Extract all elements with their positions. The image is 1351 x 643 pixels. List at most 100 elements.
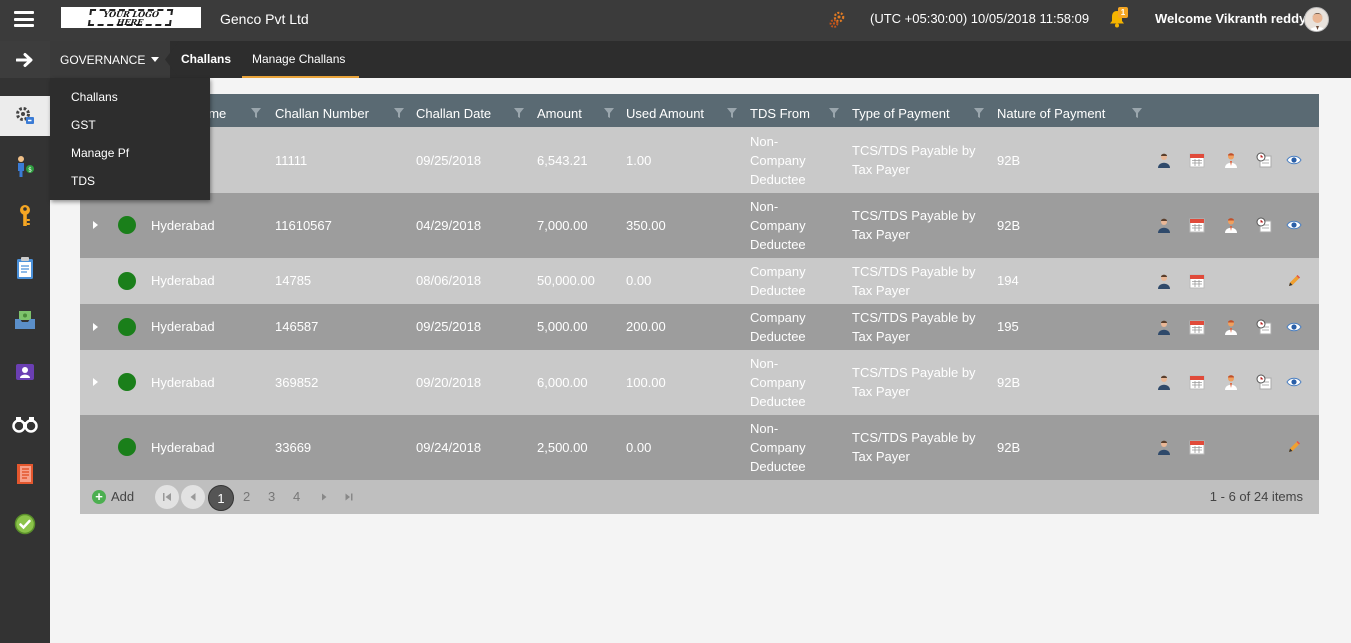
cell-used-amount: 350.00 [626, 218, 666, 233]
governance-menu[interactable]: GOVERNANCE [50, 41, 170, 78]
employee-person-icon[interactable] [1223, 152, 1239, 168]
column-header-challan-date[interactable]: Challan Date [416, 106, 491, 121]
binoculars-icon [12, 417, 38, 433]
cell-tds-from: Company Deductee [750, 264, 806, 298]
employee-person-icon[interactable] [1223, 217, 1239, 233]
expand-row-icon[interactable] [93, 323, 98, 331]
table-row[interactable]: Hyderabad 14785 08/06/2018 50,000.00 0.0… [80, 258, 1319, 304]
svg-text:$: $ [28, 167, 32, 174]
sidebar-item-contacts[interactable] [0, 352, 50, 392]
table-row[interactable]: Hyderabad 11610567 04/29/2018 7,000.00 3… [80, 193, 1319, 258]
sidebar-item-keys[interactable] [0, 196, 50, 236]
cell-type-of-payment: TCS/TDS Payable by Tax Payer [852, 264, 976, 298]
sidebar-item-ledger[interactable] [0, 454, 50, 494]
deductee-person-icon[interactable] [1156, 439, 1172, 455]
deductee-person-icon[interactable] [1156, 374, 1172, 390]
add-challan-button[interactable]: + Add [92, 489, 134, 504]
sidebar: $ [0, 78, 50, 643]
view-eye-icon[interactable] [1286, 319, 1302, 335]
table-row[interactable]: d 11111 09/25/2018 6,543.21 1.00 Non-Com… [80, 127, 1319, 193]
calendar-icon[interactable] [1189, 152, 1205, 168]
sidebar-item-payroll[interactable]: $ [0, 146, 50, 186]
dropdown-item-tds[interactable]: TDS [71, 174, 95, 188]
column-header-nature-of-payment[interactable]: Nature of Payment [997, 106, 1105, 121]
cell-challan-date: 09/25/2018 [416, 319, 482, 334]
status-indicator [118, 272, 136, 290]
view-eye-icon[interactable] [1286, 152, 1302, 168]
column-header-tds-from[interactable]: TDS From [750, 106, 810, 121]
dropdown-item-challans[interactable]: Challans [71, 90, 118, 104]
column-header-used-amount[interactable]: Used Amount [626, 106, 704, 121]
filter-icon[interactable] [1132, 108, 1142, 118]
expand-row-icon[interactable] [93, 221, 98, 229]
last-page-icon[interactable] [344, 492, 354, 502]
cell-used-amount: 1.00 [626, 153, 652, 168]
filter-icon[interactable] [604, 108, 614, 118]
calendar-icon[interactable] [1189, 439, 1205, 455]
dropdown-item-manage-pf[interactable]: Manage Pf [71, 146, 129, 160]
deductee-person-icon[interactable] [1156, 273, 1172, 289]
filter-icon[interactable] [974, 108, 984, 118]
table-row[interactable]: Hyderabad 369852 09/20/2018 6,000.00 100… [80, 350, 1319, 415]
employee-person-icon[interactable] [1223, 319, 1239, 335]
scheduled-calendar-icon[interactable] [1256, 217, 1272, 233]
company-name: Genco Pvt Ltd [220, 11, 309, 27]
deductee-person-icon[interactable] [1156, 217, 1172, 233]
scheduled-calendar-icon[interactable] [1256, 152, 1272, 168]
next-page-icon[interactable] [319, 492, 329, 502]
deductee-person-icon[interactable] [1156, 152, 1172, 168]
view-eye-icon[interactable] [1286, 217, 1302, 233]
scheduled-calendar-icon[interactable] [1256, 319, 1272, 335]
view-eye-icon[interactable] [1286, 374, 1302, 390]
sidebar-item-money[interactable] [0, 300, 50, 340]
notification-bell-icon[interactable]: 1 [1108, 7, 1128, 34]
calendar-icon[interactable] [1189, 273, 1205, 289]
calendar-icon[interactable] [1189, 217, 1205, 233]
sidebar-expand-arrow-icon[interactable] [0, 41, 50, 78]
sidebar-item-clipboard[interactable] [0, 248, 50, 288]
cell-name: Hyderabad [151, 273, 215, 288]
hamburger-menu-icon[interactable] [14, 11, 34, 27]
deductee-person-icon[interactable] [1156, 319, 1172, 335]
table-row[interactable]: Hyderabad 33669 09/24/2018 2,500.00 0.00… [80, 415, 1319, 480]
status-indicator [118, 318, 136, 336]
first-page-button[interactable] [155, 485, 179, 509]
edit-pencil-icon[interactable] [1286, 439, 1302, 455]
page-3-link[interactable]: 3 [268, 489, 275, 504]
filter-icon[interactable] [514, 108, 524, 118]
settings-gears-icon[interactable] [829, 11, 845, 34]
page-1-current[interactable]: 1 [208, 485, 234, 511]
filter-icon[interactable] [829, 108, 839, 118]
table-row[interactable]: Hyderabad 146587 09/25/2018 5,000.00 200… [80, 304, 1319, 350]
scheduled-calendar-icon[interactable] [1256, 374, 1272, 390]
cell-challan-date: 09/24/2018 [416, 440, 482, 455]
sidebar-item-approvals[interactable] [0, 504, 50, 544]
cell-used-amount: 0.00 [626, 273, 652, 288]
edit-pencil-icon[interactable] [1286, 273, 1302, 289]
filter-icon[interactable] [251, 108, 261, 118]
user-avatar[interactable] [1304, 7, 1329, 32]
sidebar-item-search[interactable] [0, 404, 50, 444]
column-header-type-of-payment[interactable]: Type of Payment [852, 106, 950, 121]
page-2-link[interactable]: 2 [243, 489, 250, 504]
sidebar-item-settings[interactable] [0, 96, 50, 136]
page-4-link[interactable]: 4 [293, 489, 300, 504]
breadcrumb-manage-challans[interactable]: Manage Challans [252, 52, 345, 66]
column-header-challan-number[interactable]: Challan Number [275, 106, 369, 121]
filter-icon[interactable] [394, 108, 404, 118]
calendar-icon[interactable] [1189, 374, 1205, 390]
datetime-display: (UTC +05:30:00) 10/05/2018 11:58:09 [870, 11, 1090, 26]
dropdown-item-gst[interactable]: GST [71, 118, 96, 132]
cell-used-amount: 100.00 [626, 375, 666, 390]
expand-row-icon[interactable] [93, 378, 98, 386]
filter-icon[interactable] [727, 108, 737, 118]
cell-amount: 6,543.21 [537, 153, 588, 168]
breadcrumb-challans[interactable]: Challans [181, 52, 231, 66]
cell-used-amount: 200.00 [626, 319, 666, 334]
cell-amount: 5,000.00 [537, 319, 588, 334]
employee-person-icon[interactable] [1223, 374, 1239, 390]
column-header-amount[interactable]: Amount [537, 106, 582, 121]
notification-badge: 1 [1118, 7, 1128, 18]
calendar-icon[interactable] [1189, 319, 1205, 335]
prev-page-button[interactable] [181, 485, 205, 509]
